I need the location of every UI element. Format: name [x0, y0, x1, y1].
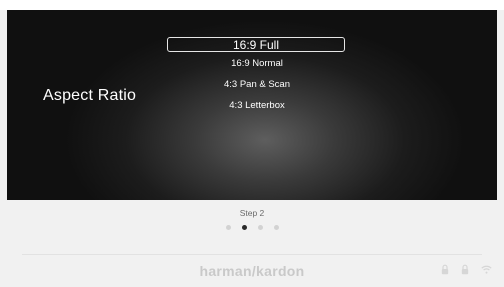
option-16-9-normal[interactable]: 16:9 Normal [167, 57, 347, 70]
step-dot-1 [225, 225, 231, 230]
lock-icon [461, 264, 469, 275]
brand-logo: harman/kardon [199, 263, 305, 279]
step-indicator [0, 225, 504, 230]
top-strip [0, 0, 504, 10]
status-icons [441, 264, 492, 275]
aspect-ratio-title: Aspect Ratio [43, 87, 137, 104]
step-label: Step 2 [239, 208, 265, 218]
lock-icon [441, 264, 449, 275]
step-dot-3 [257, 225, 263, 230]
option-4-3-letterbox[interactable]: 4:3 Letterbox [167, 99, 347, 112]
setup-page: Aspect Ratio 16:9 Full 16:9 Normal 4:3 P… [0, 0, 504, 287]
step-dot-2 [241, 225, 247, 230]
step-dot-4 [273, 225, 279, 230]
wifi-icon [481, 265, 492, 274]
option-16-9-full[interactable]: 16:9 Full [167, 37, 345, 52]
tv-screen-preview: Aspect Ratio 16:9 Full 16:9 Normal 4:3 P… [7, 10, 497, 200]
footer-divider [22, 254, 482, 255]
option-4-3-pan-scan[interactable]: 4:3 Pan & Scan [167, 78, 347, 91]
